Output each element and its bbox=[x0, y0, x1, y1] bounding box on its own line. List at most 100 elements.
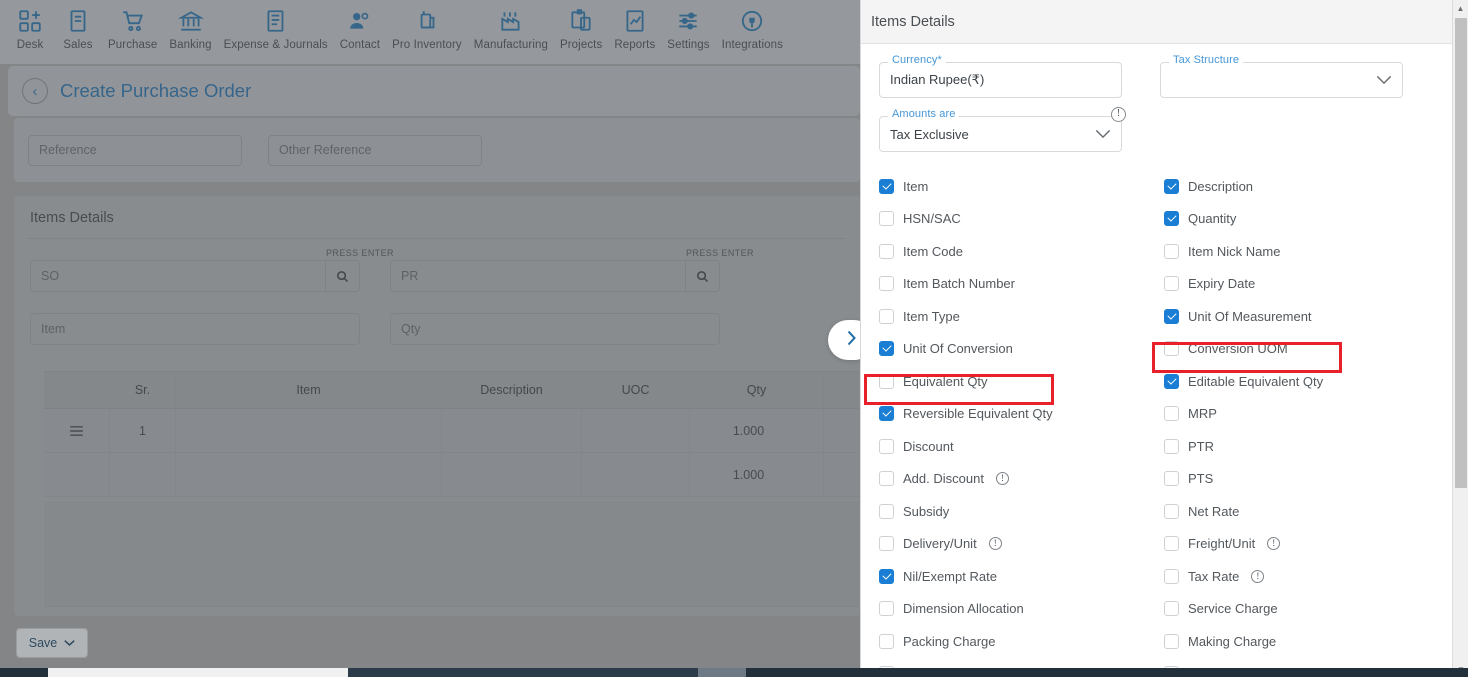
checkbox-item-item-batch-number[interactable]: Item Batch Number bbox=[879, 268, 1164, 301]
checkbox-box[interactable] bbox=[879, 503, 894, 519]
checkbox-box[interactable] bbox=[879, 568, 894, 584]
tax-structure-field[interactable]: Tax Structure bbox=[1160, 54, 1403, 98]
checkbox-item-packing-charge[interactable]: Packing Charge bbox=[879, 625, 1164, 658]
checkbox-box[interactable] bbox=[879, 601, 894, 617]
nav-item-projects[interactable]: Projects bbox=[554, 6, 608, 53]
checkbox-box[interactable] bbox=[1164, 633, 1179, 649]
checkbox-box[interactable] bbox=[1164, 243, 1179, 259]
nav-item-expense-journals[interactable]: Expense & Journals bbox=[218, 6, 334, 53]
nav-item-banking[interactable]: Banking bbox=[163, 6, 217, 53]
checkbox-box[interactable] bbox=[879, 438, 894, 454]
checkbox-item-unit-of-measurement[interactable]: Unit Of Measurement bbox=[1164, 300, 1449, 333]
taskbar-segment[interactable] bbox=[348, 668, 698, 677]
triangle-up-icon[interactable]: ▲ bbox=[1453, 0, 1468, 16]
chevron-down-icon[interactable] bbox=[1095, 128, 1111, 141]
checkbox-box[interactable] bbox=[1164, 178, 1179, 194]
checkbox-item-conversion-uom[interactable]: Conversion UOM bbox=[1164, 333, 1449, 366]
pr-search-box[interactable]: PR bbox=[390, 260, 720, 292]
scrollbar-thumb[interactable] bbox=[1455, 18, 1467, 488]
checkbox-item-discount[interactable]: Discount bbox=[879, 430, 1164, 463]
info-circle-icon[interactable]: ! bbox=[1251, 569, 1265, 583]
magnifier-icon[interactable] bbox=[685, 261, 719, 291]
checkbox-box[interactable] bbox=[1164, 211, 1179, 227]
checkbox-item-quantity[interactable]: Quantity bbox=[1164, 203, 1449, 236]
checkbox-item-item-nick-name[interactable]: Item Nick Name bbox=[1164, 235, 1449, 268]
checkbox-box[interactable] bbox=[1164, 276, 1179, 292]
checkbox-box[interactable] bbox=[879, 211, 894, 227]
checkbox-box[interactable] bbox=[1164, 438, 1179, 454]
info-circle-icon[interactable]: ! bbox=[1111, 107, 1126, 122]
checkbox-box[interactable] bbox=[1164, 341, 1179, 357]
checkbox-box[interactable] bbox=[879, 341, 894, 357]
row-qty[interactable]: 1.000 bbox=[690, 409, 824, 452]
checkbox-item-unit-of-conversion[interactable]: Unit Of Conversion bbox=[879, 333, 1164, 366]
row-item[interactable] bbox=[176, 409, 442, 452]
checkbox-item-tax-rate[interactable]: Tax Rate! bbox=[1164, 560, 1449, 593]
table-row[interactable]: 1.000 bbox=[44, 453, 859, 497]
checkbox-item-pts[interactable]: PTS bbox=[1164, 463, 1449, 496]
checkbox-item-editable-equivalent-qty[interactable]: Editable Equivalent Qty bbox=[1164, 365, 1449, 398]
checkbox-item-expiry-date[interactable]: Expiry Date bbox=[1164, 268, 1449, 301]
nav-item-settings[interactable]: Settings bbox=[661, 6, 715, 53]
pr-input[interactable]: PR bbox=[391, 269, 685, 283]
checkbox-item-equivalent-qty[interactable]: Equivalent Qty bbox=[879, 365, 1164, 398]
row-description[interactable] bbox=[442, 453, 582, 496]
checkbox-box[interactable] bbox=[1164, 568, 1179, 584]
table-row[interactable]: 1 1.000 bbox=[44, 409, 859, 453]
info-circle-icon[interactable]: ! bbox=[988, 537, 1002, 551]
nav-item-integrations[interactable]: Integrations bbox=[716, 6, 789, 53]
checkbox-box[interactable] bbox=[879, 178, 894, 194]
checkbox-box[interactable] bbox=[879, 308, 894, 324]
nav-item-contact[interactable]: Contact bbox=[334, 6, 386, 53]
nav-item-manufacturing[interactable]: Manufacturing bbox=[468, 6, 554, 53]
checkbox-item-description[interactable]: Description bbox=[1164, 170, 1449, 203]
back-button[interactable]: ‹ bbox=[22, 78, 48, 104]
chevron-down-icon[interactable] bbox=[64, 636, 75, 650]
amounts-are-field[interactable]: Amounts are ! Tax Exclusive bbox=[879, 107, 1126, 152]
item-input[interactable]: Item bbox=[30, 313, 360, 345]
nav-item-desk[interactable]: Desk bbox=[6, 6, 54, 53]
checkbox-item-making-charge[interactable]: Making Charge bbox=[1164, 625, 1449, 658]
row-uoc[interactable] bbox=[582, 453, 690, 496]
checkbox-box[interactable] bbox=[879, 536, 894, 552]
checkbox-box[interactable] bbox=[1164, 373, 1179, 389]
checkbox-item-freight-unit[interactable]: Freight/Unit! bbox=[1164, 528, 1449, 561]
taskbar-segment[interactable] bbox=[698, 668, 746, 677]
checkbox-box[interactable] bbox=[879, 406, 894, 422]
taskbar-segment[interactable] bbox=[48, 668, 348, 677]
other-reference-input[interactable]: Other Reference bbox=[268, 134, 482, 166]
row-qty[interactable]: 1.000 bbox=[690, 453, 824, 496]
row-item[interactable] bbox=[176, 453, 442, 496]
checkbox-box[interactable] bbox=[1164, 308, 1179, 324]
checkbox-item-hsn-sac[interactable]: HSN/SAC bbox=[879, 203, 1164, 236]
chevron-down-icon[interactable] bbox=[1376, 74, 1392, 87]
currency-value[interactable]: Indian Rupee(₹) bbox=[879, 62, 1122, 98]
panel-scrollbar[interactable]: ▲ ▼ bbox=[1452, 0, 1468, 677]
expand-panel-button[interactable] bbox=[828, 320, 860, 360]
checkbox-item-dimension-allocation[interactable]: Dimension Allocation bbox=[879, 593, 1164, 626]
checkbox-box[interactable] bbox=[1164, 406, 1179, 422]
checkbox-item-net-rate[interactable]: Net Rate bbox=[1164, 495, 1449, 528]
checkbox-box[interactable] bbox=[1164, 503, 1179, 519]
checkbox-item-subsidy[interactable]: Subsidy bbox=[879, 495, 1164, 528]
qty-input[interactable]: Qty bbox=[390, 313, 720, 345]
save-button[interactable]: Save bbox=[16, 628, 88, 658]
checkbox-box[interactable] bbox=[879, 276, 894, 292]
checkbox-item-item-code[interactable]: Item Code bbox=[879, 235, 1164, 268]
info-circle-icon[interactable]: ! bbox=[1267, 537, 1281, 551]
checkbox-box[interactable] bbox=[879, 373, 894, 389]
checkbox-item-item[interactable]: Item bbox=[879, 170, 1164, 203]
checkbox-item-ptr[interactable]: PTR bbox=[1164, 430, 1449, 463]
checkbox-item-delivery-unit[interactable]: Delivery/Unit! bbox=[879, 528, 1164, 561]
row-description[interactable] bbox=[442, 409, 582, 452]
so-search-box[interactable]: SO bbox=[30, 260, 360, 292]
checkbox-box[interactable] bbox=[1164, 471, 1179, 487]
checkbox-box[interactable] bbox=[879, 633, 894, 649]
checkbox-item-reversible-equivalent-qty[interactable]: Reversible Equivalent Qty bbox=[879, 398, 1164, 431]
nav-item-reports[interactable]: Reports bbox=[608, 6, 661, 53]
checkbox-box[interactable] bbox=[1164, 601, 1179, 617]
reference-input[interactable]: Reference bbox=[28, 134, 242, 166]
checkbox-item-item-type[interactable]: Item Type bbox=[879, 300, 1164, 333]
tax-structure-value-wrap[interactable] bbox=[1160, 62, 1403, 98]
checkbox-item-add-discount[interactable]: Add. Discount! bbox=[879, 463, 1164, 496]
